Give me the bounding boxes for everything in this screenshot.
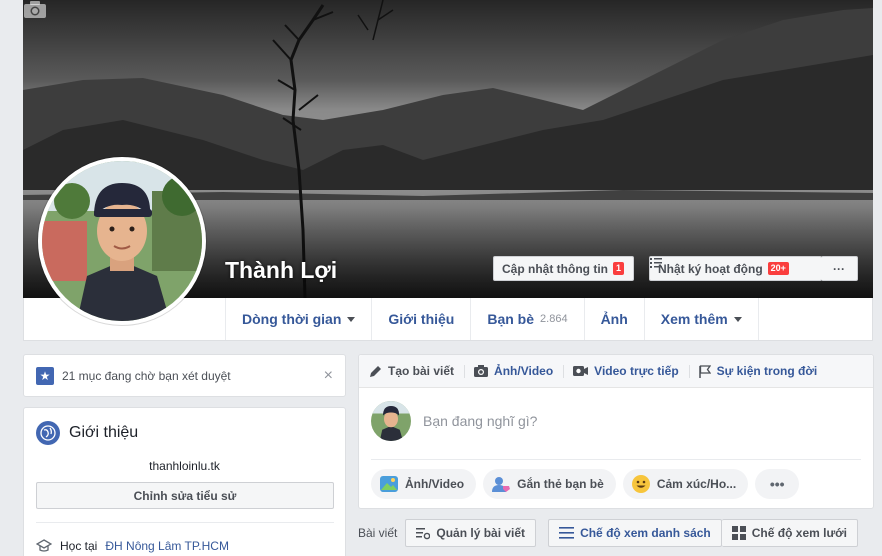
tab-friends-label: Bạn bè: [487, 311, 535, 327]
flag-icon: [698, 364, 711, 378]
avatar-photo: [42, 161, 202, 321]
education-row: Học tại ĐH Nông Lâm TP.HCM: [36, 539, 229, 553]
update-info-badge: 1: [612, 262, 624, 275]
composer-tab-photo-label: Ảnh/Video: [494, 364, 554, 378]
update-info-label: Cập nhật thông tin: [502, 261, 608, 276]
pending-review-text: 21 mục đang chờ bạn xét duyệt: [62, 368, 231, 383]
close-icon[interactable]: ×: [324, 367, 333, 385]
tag-friends-pill-label: Gắn thẻ bạn bè: [517, 477, 604, 491]
feeling-pill[interactable]: Cảm xúc/Ho...: [622, 469, 749, 499]
education-school-link[interactable]: ĐH Nông Lâm TP.HCM: [105, 539, 229, 553]
tab-photos-label: Ảnh: [600, 311, 628, 327]
composer-input-row[interactable]: Bạn đang nghĩ gì?: [371, 401, 537, 441]
bio-text: thanhloinlu.tk: [149, 459, 220, 473]
intro-title: Giới thiệu: [69, 424, 139, 441]
activity-log-label: Nhật ký hoạt động: [658, 261, 763, 276]
list-view-icon: [559, 527, 575, 539]
cover-more-button[interactable]: ···: [821, 256, 858, 281]
intro-header: Giới thiệu: [36, 421, 138, 445]
photo-video-pill-label: Ảnh/Video: [405, 477, 465, 491]
composer-placeholder[interactable]: Bạn đang nghĩ gì?: [423, 413, 537, 429]
list-icon: [650, 258, 662, 268]
grid-view-label: Chế độ xem lưới: [751, 526, 848, 540]
composer-tab-live-label: Video trực tiếp: [594, 364, 679, 378]
chevron-down-icon: [347, 316, 356, 322]
manage-posts-label: Quản lý bài viết: [436, 526, 526, 540]
composer-tab-live[interactable]: Video trực tiếp: [563, 355, 689, 388]
profile-avatar[interactable]: [38, 157, 206, 325]
activity-log-badge: 20+: [767, 262, 789, 275]
divider: [36, 522, 334, 523]
activity-log-button[interactable]: Nhật ký hoạt động 20+: [649, 256, 822, 281]
smiley-icon: [631, 475, 650, 493]
tag-friend-icon: [492, 477, 511, 492]
graduation-cap-icon: [36, 539, 52, 552]
tab-about-label: Giới thiệu: [388, 311, 455, 327]
list-view-button[interactable]: Chế độ xem danh sách: [548, 519, 722, 547]
composer-tab-event-label: Sự kiện trong đời: [716, 364, 818, 378]
view-toggle: Chế độ xem danh sách Chế độ xem lưới: [548, 519, 859, 547]
education-prefix: Học tại: [60, 539, 98, 553]
composer-tab-event[interactable]: Sự kiện trong đời: [688, 355, 828, 388]
tag-friends-pill[interactable]: Gắn thẻ bạn bè: [483, 469, 616, 499]
tab-more[interactable]: Xem thêm: [643, 298, 759, 340]
feeling-pill-label: Cảm xúc/Ho...: [656, 477, 737, 491]
posts-label: Bài viết: [358, 526, 398, 540]
more-actions-button[interactable]: •••: [755, 469, 800, 499]
composer-tab-create-label: Tạo bài viết: [388, 364, 455, 378]
tab-about[interactable]: Giới thiệu: [371, 298, 470, 340]
composer-tab-create[interactable]: Tạo bài viết: [359, 355, 464, 388]
tab-timeline-label: Dòng thời gian: [242, 311, 342, 327]
chevron-down-icon: [733, 316, 742, 322]
composer-tab-photo[interactable]: Ảnh/Video: [464, 355, 563, 388]
pending-review-card[interactable]: ★ 21 mục đang chờ bạn xét duyệt ×: [23, 354, 346, 397]
edit-bio-button[interactable]: Chỉnh sửa tiểu sử: [36, 482, 334, 509]
manage-icon: [416, 527, 431, 539]
grid-view-button[interactable]: Chế độ xem lưới: [721, 519, 859, 547]
post-composer: Tạo bài viết Ảnh/Video Video trực tiếp S…: [358, 354, 874, 509]
intro-card: Giới thiệu thanhloinlu.tk Chỉnh sửa tiểu…: [23, 407, 346, 556]
update-info-button[interactable]: Cập nhật thông tin 1: [493, 256, 634, 281]
grid-view-icon: [731, 526, 746, 540]
globe-icon: [36, 421, 60, 445]
profile-name[interactable]: Thành Lợi: [225, 257, 337, 284]
video-icon: [573, 366, 589, 376]
manage-posts-button[interactable]: Quản lý bài viết: [405, 519, 537, 547]
pencil-icon: [370, 365, 381, 377]
avatar: [371, 401, 411, 441]
tab-timeline[interactable]: Dòng thời gian: [225, 298, 371, 340]
composer-tabs: Tạo bài viết Ảnh/Video Video trực tiếp S…: [359, 355, 873, 388]
divider: [371, 459, 861, 460]
photo-icon: [380, 476, 398, 492]
photo-video-pill[interactable]: Ảnh/Video: [371, 469, 477, 499]
tab-more-label: Xem thêm: [660, 311, 728, 327]
list-view-label: Chế độ xem danh sách: [580, 526, 711, 540]
tab-photos[interactable]: Ảnh: [583, 298, 644, 340]
tab-friends[interactable]: Bạn bè 2.864: [470, 298, 583, 340]
star-icon: ★: [36, 366, 54, 385]
camera-icon: [474, 365, 489, 377]
posts-toolbar: Bài viết Quản lý bài viết Chế độ xem dan…: [358, 518, 874, 548]
profile-tabs: Dòng thời gian Giới thiệu Bạn bè 2.864 Ả…: [225, 298, 759, 340]
composer-actions: Ảnh/Video Gắn thẻ bạn bè Cảm xúc/Ho... •…: [371, 469, 800, 499]
friends-count: 2.864: [540, 313, 568, 325]
camera-icon[interactable]: [23, 0, 47, 19]
